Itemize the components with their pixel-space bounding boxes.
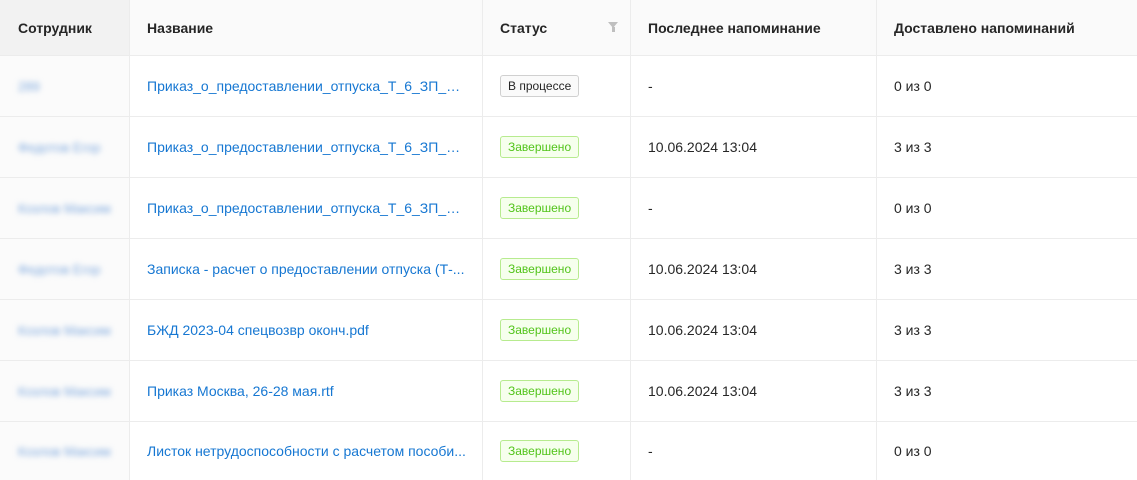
employee-cell: Козлов Максим [0, 178, 130, 238]
employee-cell: Козлов Максим [0, 361, 130, 421]
document-link[interactable]: Приказ_о_предоставлении_отпуска_Т_6_ЗП_2… [147, 200, 467, 216]
employee-name[interactable]: Федотов Егор [18, 262, 101, 277]
name-cell: Приказ_о_предоставлении_отпуска_Т_6_ЗП_2… [130, 117, 483, 177]
table-row[interactable]: 289 Приказ_о_предоставлении_отпуска_Т_6_… [0, 56, 1137, 117]
table-row[interactable]: Козлов Максим Приказ Москва, 26-28 мая.r… [0, 361, 1137, 422]
status-badge: В процессе [500, 75, 580, 97]
column-header-delivered[interactable]: Доставлено напоминаний [877, 0, 1137, 55]
name-cell: Записка - расчет о предоставлении отпуск… [130, 239, 483, 299]
name-cell: Приказ_о_предоставлении_отпуска_Т_6_ЗП_2… [130, 178, 483, 238]
column-header-employee[interactable]: Сотрудник [0, 0, 130, 55]
last-reminder-value: 10.06.2024 13:04 [648, 139, 757, 155]
status-badge: Завершено [500, 258, 580, 280]
status-cell: В процессе [483, 56, 631, 116]
delivered-cell: 3 из 3 [877, 300, 1137, 360]
status-badge: Завершено [500, 319, 580, 341]
delivered-cell: 3 из 3 [877, 361, 1137, 421]
status-badge: Завершено [500, 136, 580, 158]
delivered-cell: 3 из 3 [877, 239, 1137, 299]
last-reminder-cell: 10.06.2024 13:04 [631, 361, 877, 421]
last-reminder-value: 10.06.2024 13:04 [648, 322, 757, 338]
employee-name[interactable]: Козлов Максим [18, 384, 111, 399]
name-cell: БЖД 2023-04 спецвозвр оконч.pdf [130, 300, 483, 360]
employee-cell: Козлов Максим [0, 300, 130, 360]
status-cell: Завершено [483, 117, 631, 177]
status-cell: Завершено [483, 178, 631, 238]
delivered-value: 3 из 3 [894, 322, 932, 338]
delivered-cell: 3 из 3 [877, 117, 1137, 177]
delivered-cell: 0 из 0 [877, 56, 1137, 116]
column-header-name[interactable]: Название [130, 0, 483, 55]
status-cell: Завершено [483, 239, 631, 299]
last-reminder-cell: 10.06.2024 13:04 [631, 239, 877, 299]
document-link[interactable]: Листок нетрудоспособности с расчетом пос… [147, 443, 466, 459]
last-reminder-cell: - [631, 56, 877, 116]
last-reminder-cell: 10.06.2024 13:04 [631, 117, 877, 177]
table-row[interactable]: Козлов Максим Листок нетрудоспособности … [0, 422, 1137, 480]
document-link[interactable]: Приказ_о_предоставлении_отпуска_Т_6_ЗП_2… [147, 78, 467, 94]
filter-icon[interactable] [608, 22, 618, 32]
last-reminder-cell: 10.06.2024 13:04 [631, 300, 877, 360]
document-link[interactable]: Приказ_о_предоставлении_отпуска_Т_6_ЗП_2… [147, 139, 467, 155]
delivered-value: 3 из 3 [894, 383, 932, 399]
employee-cell: 289 [0, 56, 130, 116]
last-reminder-value: - [648, 78, 653, 94]
employee-name[interactable]: Козлов Максим [18, 201, 111, 216]
last-reminder-value: 10.06.2024 13:04 [648, 261, 757, 277]
employee-name[interactable]: Козлов Максим [18, 444, 111, 459]
table-header: Сотрудник Название Статус Последнее напо… [0, 0, 1137, 56]
name-cell: Приказ_о_предоставлении_отпуска_Т_6_ЗП_2… [130, 56, 483, 116]
document-link[interactable]: Приказ Москва, 26-28 мая.rtf [147, 383, 334, 399]
status-cell: Завершено [483, 422, 631, 480]
delivered-value: 0 из 0 [894, 443, 932, 459]
delivered-value: 0 из 0 [894, 78, 932, 94]
column-header-last-reminder[interactable]: Последнее напоминание [631, 0, 877, 55]
last-reminder-cell: - [631, 422, 877, 480]
table-row[interactable]: Козлов Максим БЖД 2023-04 спецвозвр окон… [0, 300, 1137, 361]
last-reminder-value: - [648, 200, 653, 216]
employee-name[interactable]: Федотов Егор [18, 140, 101, 155]
delivered-cell: 0 из 0 [877, 178, 1137, 238]
delivered-value: 3 из 3 [894, 261, 932, 277]
status-badge: Завершено [500, 440, 580, 462]
delivered-value: 0 из 0 [894, 200, 932, 216]
last-reminder-value: 10.06.2024 13:04 [648, 383, 757, 399]
status-cell: Завершено [483, 300, 631, 360]
name-cell: Приказ Москва, 26-28 мая.rtf [130, 361, 483, 421]
table-row[interactable]: Козлов Максим Приказ_о_предоставлении_от… [0, 178, 1137, 239]
document-link[interactable]: Записка - расчет о предоставлении отпуск… [147, 261, 464, 277]
name-cell: Листок нетрудоспособности с расчетом пос… [130, 422, 483, 480]
employee-cell: Козлов Максим [0, 422, 130, 480]
status-badge: Завершено [500, 380, 580, 402]
delivered-value: 3 из 3 [894, 139, 932, 155]
employee-cell: Федотов Егор [0, 239, 130, 299]
status-badge: Завершено [500, 197, 580, 219]
last-reminder-cell: - [631, 178, 877, 238]
employee-cell: Федотов Егор [0, 117, 130, 177]
employee-name[interactable]: Козлов Максим [18, 323, 111, 338]
last-reminder-value: - [648, 443, 653, 459]
employee-name[interactable]: 289 [18, 79, 40, 94]
table-row[interactable]: Федотов Егор Записка - расчет о предоста… [0, 239, 1137, 300]
table-row[interactable]: Федотов Егор Приказ_о_предоставлении_отп… [0, 117, 1137, 178]
documents-table: Сотрудник Название Статус Последнее напо… [0, 0, 1137, 480]
column-header-status[interactable]: Статус [483, 0, 631, 55]
status-cell: Завершено [483, 361, 631, 421]
document-link[interactable]: БЖД 2023-04 спецвозвр оконч.pdf [147, 322, 369, 338]
column-header-status-label: Статус [500, 19, 548, 36]
delivered-cell: 0 из 0 [877, 422, 1137, 480]
